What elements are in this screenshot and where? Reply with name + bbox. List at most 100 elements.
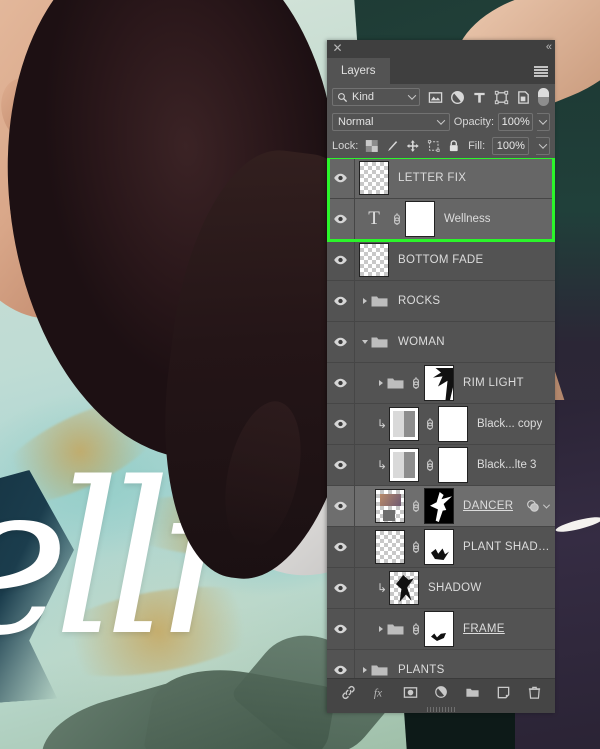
layer-mask-thumbnail[interactable] bbox=[424, 365, 454, 401]
layer-row-body[interactable]: ↳ Black... copy bbox=[355, 404, 555, 444]
layer-name[interactable]: SHADOW bbox=[428, 582, 482, 594]
layer-name[interactable]: BOTTOM FADE bbox=[398, 254, 484, 266]
link-icon[interactable] bbox=[392, 211, 402, 227]
new-layer-icon[interactable] bbox=[496, 685, 511, 700]
layer-row-body[interactable]: T Wellness bbox=[355, 199, 555, 239]
link-icon[interactable] bbox=[411, 375, 421, 391]
layer-visibility-toggle[interactable] bbox=[327, 568, 355, 608]
layer-row-body[interactable]: PLANT SHADOW bbox=[355, 527, 555, 567]
layer-mask-thumbnail[interactable] bbox=[424, 488, 454, 524]
pixel-filter-icon[interactable] bbox=[428, 90, 443, 105]
new-group-icon[interactable] bbox=[465, 685, 480, 700]
layer-thumbnail[interactable] bbox=[389, 571, 419, 605]
layer-visibility-toggle[interactable] bbox=[327, 404, 355, 444]
layer-visibility-toggle[interactable] bbox=[327, 363, 355, 403]
lock-transparent-pixels-icon[interactable] bbox=[365, 139, 379, 153]
link-layers-icon[interactable] bbox=[341, 685, 356, 700]
smart-object-filter-icon[interactable] bbox=[516, 90, 531, 105]
layer-row-plants[interactable]: PLANTS bbox=[327, 650, 555, 678]
layer-row-woman[interactable]: WOMAN bbox=[327, 322, 555, 363]
layer-visibility-toggle[interactable] bbox=[327, 486, 355, 526]
link-icon[interactable] bbox=[425, 457, 435, 473]
layer-thumbnail[interactable] bbox=[359, 161, 389, 195]
filter-enable-toggle[interactable] bbox=[538, 88, 549, 106]
layer-row-body[interactable]: WOMAN bbox=[355, 322, 555, 362]
panel-resize-grip[interactable] bbox=[327, 705, 555, 713]
panel-menu-icon[interactable] bbox=[534, 66, 548, 77]
layer-row-wellness[interactable]: T Wellness bbox=[327, 199, 555, 240]
layer-name[interactable]: PLANT SHADOW bbox=[463, 541, 555, 553]
link-icon[interactable] bbox=[411, 539, 421, 555]
layer-row-dancer[interactable]: DANCER bbox=[327, 486, 555, 527]
layer-mask-thumbnail[interactable] bbox=[405, 201, 435, 237]
fill-stepper-chevron[interactable] bbox=[536, 137, 550, 155]
adjustment-filter-icon[interactable] bbox=[450, 90, 465, 105]
lock-position-icon[interactable] bbox=[406, 139, 420, 153]
add-layer-style-icon[interactable]: fx bbox=[372, 685, 387, 700]
lock-artboard-icon[interactable] bbox=[427, 139, 441, 153]
layer-row-body[interactable]: PLANTS bbox=[355, 650, 555, 678]
layer-visibility-toggle[interactable] bbox=[327, 240, 355, 280]
layer-row-body[interactable]: LETTER FIX bbox=[355, 158, 555, 198]
layer-thumbnail[interactable] bbox=[375, 489, 405, 523]
layer-row-body[interactable]: ↳ SHADOW bbox=[355, 568, 555, 608]
layer-row-plant-shadow[interactable]: PLANT SHADOW bbox=[327, 527, 555, 568]
layer-visibility-toggle[interactable] bbox=[327, 445, 355, 485]
layer-effects-icon[interactable] bbox=[526, 499, 540, 513]
layer-mask-thumbnail[interactable] bbox=[438, 447, 468, 483]
layer-row-rim-light[interactable]: RIM LIGHT bbox=[327, 363, 555, 404]
group-disclosure-triangle[interactable] bbox=[359, 322, 371, 362]
chevron-down-icon[interactable] bbox=[542, 501, 551, 509]
layer-thumbnail[interactable] bbox=[375, 530, 405, 564]
layer-name[interactable]: Wellness bbox=[444, 213, 490, 225]
group-disclosure-triangle[interactable] bbox=[359, 281, 371, 321]
layer-name[interactable]: ROCKS bbox=[398, 295, 440, 307]
lock-all-icon[interactable] bbox=[447, 139, 461, 153]
layer-thumbnail[interactable] bbox=[389, 407, 419, 441]
group-disclosure-triangle[interactable] bbox=[359, 650, 371, 678]
tab-layers[interactable]: Layers bbox=[327, 58, 390, 84]
add-layer-mask-icon[interactable] bbox=[403, 685, 418, 700]
layer-thumbnail[interactable] bbox=[359, 243, 389, 277]
layer-visibility-toggle[interactable] bbox=[327, 281, 355, 321]
delete-layer-icon[interactable] bbox=[527, 685, 542, 700]
shape-filter-icon[interactable] bbox=[494, 90, 509, 105]
layer-row-body[interactable]: BOTTOM FADE bbox=[355, 240, 555, 280]
layer-row-bottom-fade[interactable]: BOTTOM FADE bbox=[327, 240, 555, 281]
type-layer-thumbnail[interactable]: T bbox=[359, 208, 389, 230]
new-adjustment-layer-icon[interactable] bbox=[434, 685, 449, 700]
group-disclosure-triangle[interactable] bbox=[375, 363, 387, 403]
layer-name[interactable]: PLANTS bbox=[398, 664, 445, 676]
layer-row-body[interactable]: FRAME bbox=[355, 609, 555, 649]
opacity-stepper-chevron[interactable] bbox=[537, 113, 550, 131]
layer-thumbnail[interactable] bbox=[389, 448, 419, 482]
type-filter-icon[interactable] bbox=[472, 90, 487, 105]
layer-name[interactable]: Black...lte 3 bbox=[477, 459, 536, 471]
lock-image-pixels-icon[interactable] bbox=[386, 139, 400, 153]
layer-row-body[interactable]: DANCER bbox=[355, 486, 555, 526]
layer-row-body[interactable]: RIM LIGHT bbox=[355, 363, 555, 403]
layer-name[interactable]: DANCER bbox=[463, 500, 513, 512]
layer-mask-thumbnail[interactable] bbox=[438, 406, 468, 442]
layer-mask-thumbnail[interactable] bbox=[424, 529, 454, 565]
layer-name[interactable]: Black... copy bbox=[477, 418, 542, 430]
layer-visibility-toggle[interactable] bbox=[327, 527, 355, 567]
layer-row-black-copy[interactable]: ↳ Black... copy bbox=[327, 404, 555, 445]
fill-input[interactable]: 100% bbox=[492, 137, 530, 155]
link-icon[interactable] bbox=[411, 498, 421, 514]
layer-row-body[interactable]: ROCKS bbox=[355, 281, 555, 321]
layer-name[interactable]: FRAME bbox=[463, 623, 505, 635]
collapse-panel-icon[interactable]: « bbox=[546, 41, 552, 53]
filter-kind-select[interactable]: Kind bbox=[332, 88, 420, 106]
layer-row-body[interactable]: ↳ Black...lte 3 bbox=[355, 445, 555, 485]
layer-row-shadow[interactable]: ↳ SHADOW bbox=[327, 568, 555, 609]
link-icon[interactable] bbox=[411, 621, 421, 637]
link-icon[interactable] bbox=[425, 416, 435, 432]
layer-row-letter-fix[interactable]: LETTER FIX bbox=[327, 158, 555, 199]
group-disclosure-triangle[interactable] bbox=[375, 609, 387, 649]
layer-row-black-lte-3[interactable]: ↳ Black...lte 3 bbox=[327, 445, 555, 486]
opacity-input[interactable]: 100% bbox=[498, 113, 534, 131]
layer-visibility-toggle[interactable] bbox=[327, 322, 355, 362]
layer-visibility-toggle[interactable] bbox=[327, 158, 355, 198]
layer-mask-thumbnail[interactable] bbox=[424, 611, 454, 647]
